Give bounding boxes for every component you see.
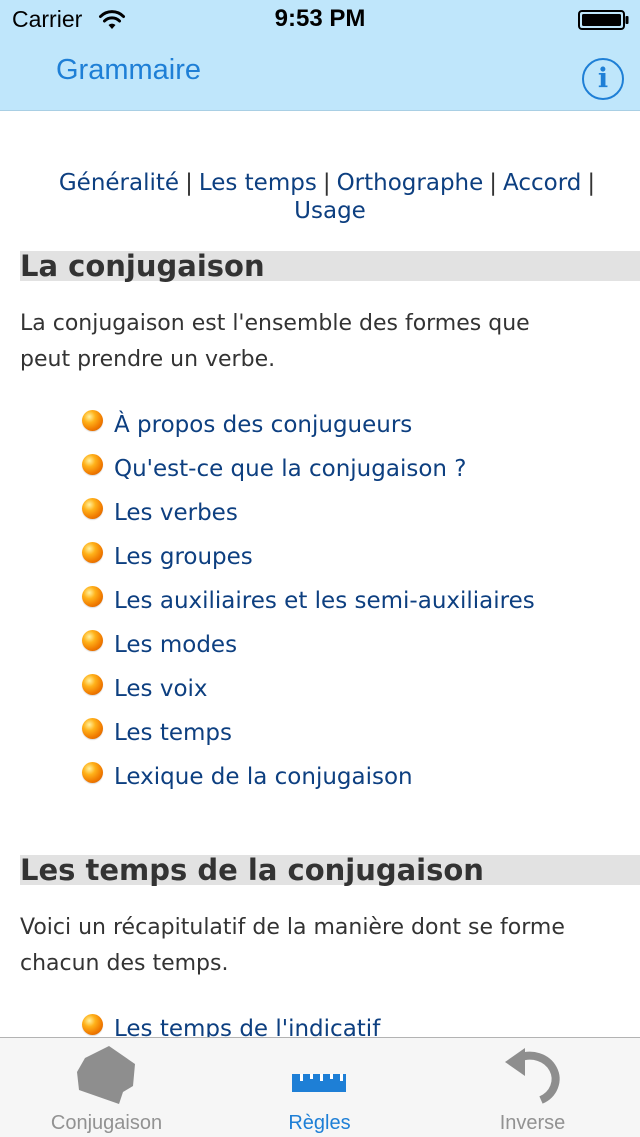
link-les-temps[interactable]: Les temps (199, 170, 317, 196)
list-item: Les temps de l'indicatif (80, 1007, 640, 1037)
separator: | (322, 170, 331, 196)
list-item: Les verbes (80, 491, 640, 535)
temps-link-list: Les temps de l'indicatif (80, 1007, 640, 1037)
paragraph-line: peut prendre un verbe. (20, 347, 276, 372)
list-item: Les groupes (80, 535, 640, 579)
navigation-bar: Grammaire i (0, 40, 640, 111)
separator: | (489, 170, 498, 196)
list-item: Les voix (80, 667, 640, 711)
tab-conjugaison[interactable]: Conjugaison (0, 1038, 213, 1137)
separator: | (185, 170, 193, 196)
tab-label: Inverse (499, 1112, 566, 1134)
paragraph-line: Voici un récapitulatif de la manière don… (20, 915, 565, 940)
section-heading-temps-de-la-conjugaison: Les temps de la conjugaison (20, 855, 640, 885)
orange-bullet-icon (82, 410, 103, 431)
orange-bullet-icon (82, 762, 103, 783)
list-item: Les temps (80, 711, 640, 755)
section-paragraph: La conjugaison est l'ensemble des formes… (20, 306, 640, 378)
link-accord[interactable]: Accord (503, 170, 581, 196)
paragraph-line: La conjugaison est l'ensemble des formes… (20, 311, 530, 336)
status-bar: Carrier 9:53 PM (0, 0, 640, 40)
nav-title: Grammaire (56, 54, 202, 86)
book-icon (76, 1046, 135, 1104)
orange-bullet-icon (82, 1014, 103, 1035)
section-heading-conjugaison: La conjugaison (20, 251, 640, 281)
list-item: Qu'est-ce que la conjugaison ? (80, 447, 640, 491)
undo-arrow-icon (504, 1048, 560, 1104)
top-links-nav: Généralité | Les temps | Orthographe | Accord |… (20, 169, 640, 225)
link-lexique-de-la-conjugaison[interactable]: Lexique de la conjugaison (114, 755, 413, 799)
tab-regles[interactable]: Règles (213, 1038, 426, 1137)
orange-bullet-icon (82, 542, 103, 563)
link-les-verbes[interactable]: Les verbes (114, 491, 238, 535)
link-les-voix[interactable]: Les voix (114, 667, 208, 711)
link-generalite[interactable]: Généralité (59, 170, 179, 196)
info-icon: i (597, 63, 609, 94)
link-les-modes[interactable]: Les modes (114, 623, 237, 667)
link-usage[interactable]: Usage (294, 198, 366, 224)
list-item: À propos des conjugueurs (80, 403, 640, 447)
link-les-groupes[interactable]: Les groupes (114, 535, 253, 579)
info-button[interactable]: i (582, 58, 624, 100)
link-les-temps-list[interactable]: Les temps (114, 711, 232, 755)
link-quest-ce-que-la-conjugaison[interactable]: Qu'est-ce que la conjugaison ? (114, 447, 467, 491)
conjugaison-link-list: À propos des conjugueurs Qu'est-ce que l… (80, 403, 640, 799)
paragraph-line: chacun des temps. (20, 951, 229, 976)
list-item: Les modes (80, 623, 640, 667)
orange-bullet-icon (82, 630, 103, 651)
tab-inverse[interactable]: Inverse (426, 1038, 639, 1137)
tab-bar: Conjugaison Règles Inverse (0, 1037, 640, 1137)
battery-icon (578, 10, 629, 30)
link-les-temps-de-lindicatif[interactable]: Les temps de l'indicatif (114, 1007, 380, 1037)
tab-label: Règles (288, 1112, 351, 1134)
status-time: 9:53 PM (274, 5, 366, 32)
list-item: Les auxiliaires et les semi-auxiliaires (80, 579, 640, 623)
orange-bullet-icon (82, 454, 103, 475)
link-orthographe[interactable]: Orthographe (337, 170, 484, 196)
orange-bullet-icon (82, 586, 103, 607)
list-item: Lexique de la conjugaison (80, 755, 640, 799)
orange-bullet-icon (82, 718, 103, 739)
separator: | (587, 170, 596, 196)
section-paragraph: Voici un récapitulatif de la manière don… (20, 910, 640, 982)
orange-bullet-icon (82, 674, 103, 695)
orange-bullet-icon (82, 498, 103, 519)
content-scroll-view[interactable]: Généralité | Les temps | Orthographe | Accord |… (0, 111, 640, 1037)
link-les-auxiliaires[interactable]: Les auxiliaires et les semi-auxiliaires (114, 579, 535, 623)
tab-label: Conjugaison (50, 1112, 163, 1134)
link-a-propos-des-conjugueurs[interactable]: À propos des conjugueurs (114, 403, 412, 447)
ruler-icon (291, 1074, 346, 1092)
